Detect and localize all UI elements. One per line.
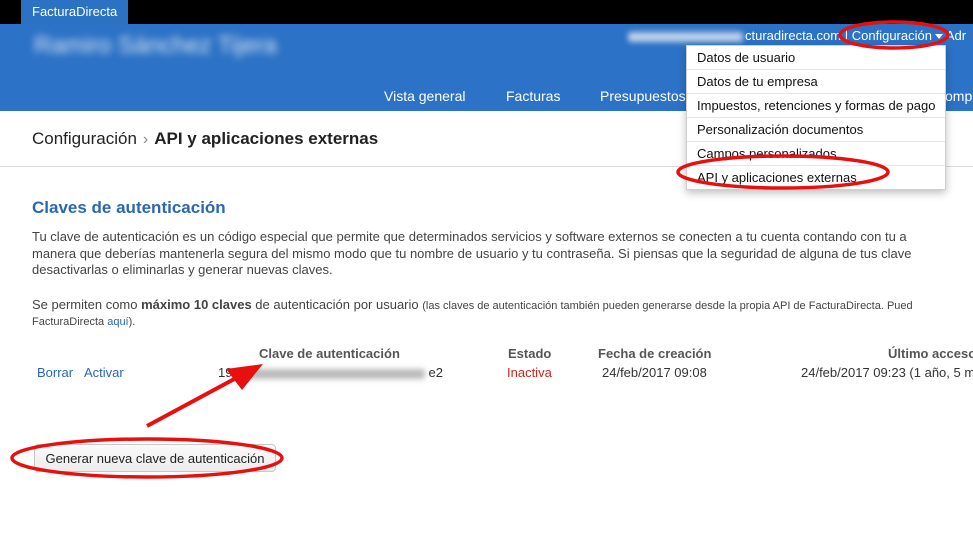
status-badge: Inactiva — [507, 365, 552, 380]
config-dropdown-menu: Datos de usuario Datos de tu empresa Imp… — [686, 45, 946, 190]
api-here-link[interactable]: aquí — [107, 316, 128, 328]
header-separator: | — [844, 28, 849, 43]
description-line: Tu clave de autenticación es un código e… — [32, 229, 907, 244]
nav-vista-general[interactable]: Vista general — [384, 88, 465, 104]
limit-note: (las claves de autenticación también pue… — [422, 300, 913, 312]
menu-item-datos-empresa[interactable]: Datos de tu empresa — [687, 70, 945, 94]
config-menu-button[interactable]: Configuración — [852, 28, 943, 43]
account-row: cturadirecta.com | Configuración Adr — [628, 28, 966, 43]
auth-key-value: 19 e2 — [218, 365, 443, 380]
config-menu-label: Configuración — [851, 28, 932, 43]
brand-tab[interactable]: FacturaDirecta — [21, 0, 129, 24]
description-paragraph: Tu clave de autenticación es un código e… — [32, 229, 973, 279]
user-name: Ramiro Sánchez Tijera — [34, 32, 277, 59]
limit-note: ). — [128, 316, 136, 328]
menu-item-api-aplicaciones[interactable]: API y aplicaciones externas — [687, 166, 945, 189]
nav-compras-partial[interactable]: omp — [945, 88, 972, 104]
account-email: cturadirecta.com — [745, 28, 842, 43]
column-header-status: Estado — [508, 346, 552, 361]
top-bar: FacturaDirecta — [0, 0, 973, 24]
auth-key-start: 19 — [218, 365, 233, 380]
section-title: Claves de autenticación — [32, 198, 226, 217]
account-email-redacted — [628, 31, 743, 42]
column-header-key: Clave de autenticación — [259, 346, 400, 361]
description-line: desactivarlas o eliminarlas y generar nu… — [32, 262, 333, 277]
nav-presupuestos[interactable]: Presupuestos — [600, 88, 686, 104]
breadcrumb: Configuración › API y aplicaciones externa… — [32, 129, 378, 149]
column-header-last-access: Último acceso — [888, 346, 973, 361]
column-header-created: Fecha de creación — [598, 346, 712, 361]
breadcrumb-parent[interactable]: Configuración — [32, 129, 137, 148]
description-line: manera que deberías mantenerla segura de… — [32, 245, 912, 261]
menu-item-campos-personalizados[interactable]: Campos personalizados — [687, 142, 945, 166]
menu-item-impuestos[interactable]: Impuestos, retenciones y formas de pago — [687, 94, 945, 118]
auth-key-redacted — [235, 368, 426, 379]
nav-facturas[interactable]: Facturas — [506, 88, 560, 104]
limit-text: Se permiten como — [32, 297, 142, 312]
activate-key-link[interactable]: Activar — [84, 365, 124, 380]
chevron-down-icon — [934, 34, 943, 40]
page-title: API y aplicaciones externas — [154, 129, 379, 148]
menu-item-datos-usuario[interactable]: Datos de usuario — [687, 46, 945, 70]
breadcrumb-separator: › — [142, 131, 149, 148]
limit-note: FacturaDirecta — [32, 316, 108, 328]
limit-bold: máximo 10 claves — [141, 297, 252, 312]
limit-paragraph: Se permiten como máximo 10 claves de aut… — [32, 297, 973, 330]
admin-menu-label[interactable]: Adr — [946, 28, 966, 43]
generate-key-button[interactable]: Generar nueva clave de autenticación — [34, 444, 276, 472]
last-access-date: 24/feb/2017 09:23 (1 año, 5 m — [801, 365, 973, 380]
limit-text: de autenticación por usuario — [251, 297, 423, 312]
annotation-arrow-shaft — [146, 375, 239, 428]
created-date: 24/feb/2017 09:08 — [602, 365, 707, 380]
delete-key-link[interactable]: Borrar — [37, 365, 73, 380]
menu-item-personalizacion[interactable]: Personalización documentos — [687, 118, 945, 142]
auth-key-end: e2 — [428, 365, 443, 380]
